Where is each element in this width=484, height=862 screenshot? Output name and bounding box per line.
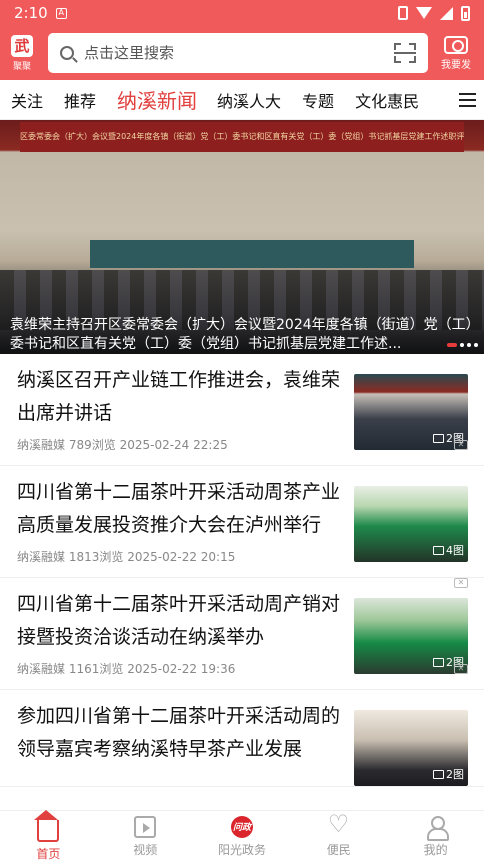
image-count-badge: 4图	[433, 542, 464, 558]
news-meta: 纳溪融媒 789浏览 2025-02-24 22:25	[17, 438, 228, 452]
tab-naxi-npc[interactable]: 纳溪人大	[217, 88, 281, 112]
carousel-dots	[447, 343, 478, 347]
tab-naxi-news[interactable]: 纳溪新闻	[117, 85, 197, 114]
news-thumbnail: 2图	[354, 374, 468, 450]
home-icon	[34, 809, 60, 842]
banner-screen-text: 区委常委会（扩大）会议暨2024年度各镇（街道）党（工）委书记和区直有关党（工）…	[20, 122, 464, 152]
news-thumbnail: 2图	[354, 598, 468, 674]
nav-label: 阳光政务	[217, 842, 266, 857]
search-icon	[60, 46, 74, 60]
dismiss-icon[interactable]: ✕	[454, 664, 468, 674]
camera-icon	[444, 35, 468, 54]
logo-caption: 聚聚	[12, 61, 31, 72]
nav-label: 视频	[133, 842, 158, 857]
vibrate-icon	[398, 6, 408, 20]
image-count-badge: 2图	[433, 766, 464, 782]
app-logo[interactable]: 武 聚聚	[8, 34, 36, 72]
search-bar[interactable]	[48, 33, 428, 73]
news-thumbnail: 4图	[354, 486, 468, 562]
news-item[interactable]: 参加四川省第十二届茶叶开采活动周的领导嘉宾考察纳溪特早茶产业发展 2图	[0, 690, 484, 787]
news-title: 四川省第十二届茶叶开采活动周茶产业高质量发展投资推介大会在泸州举行	[17, 481, 341, 536]
video-icon	[134, 815, 157, 838]
nav-sunshine-gov[interactable]: 问政 阳光政务	[194, 811, 291, 862]
channel-tabs: 关注 推荐 纳溪新闻 纳溪人大 专题 文化惠民	[0, 80, 484, 120]
nav-label: 我的	[423, 842, 448, 857]
nav-home[interactable]: 首页	[0, 809, 97, 862]
notification-icon: A	[55, 7, 67, 19]
news-meta: 纳溪融媒 1813浏览 2025-02-22 20:15	[17, 550, 236, 564]
image-icon	[433, 545, 444, 555]
user-icon	[425, 815, 449, 841]
dismiss-icon[interactable]: ✕	[454, 440, 468, 450]
bottom-nav: 首页 视频 问政 阳光政务 便民 我的	[0, 809, 484, 862]
tab-culture[interactable]: 文化惠民	[355, 88, 419, 112]
banner-photo-stage	[90, 240, 414, 268]
status-time: 2:10	[14, 4, 48, 22]
top-bar: 武 聚聚 我要发	[0, 26, 484, 80]
image-icon	[433, 657, 444, 667]
nav-video[interactable]: 视频	[97, 811, 194, 862]
menu-icon[interactable]	[459, 92, 476, 107]
tab-topics[interactable]: 专题	[302, 88, 334, 112]
battery-icon	[461, 5, 470, 21]
news-title: 纳溪区召开产业链工作推进会，袁维荣出席并讲话	[17, 369, 341, 424]
search-input[interactable]	[84, 44, 394, 62]
image-icon	[433, 433, 444, 443]
banner-caption: 袁维荣主持召开区委常委会（扩大）会议暨2024年度各镇（街道）党（工）委书记和区…	[0, 312, 484, 354]
post-label: 我要发	[441, 59, 471, 71]
nav-label: 首页	[36, 846, 61, 861]
news-thumbnail: 2图	[354, 710, 468, 786]
scan-icon[interactable]	[394, 43, 416, 63]
status-bar: 2:10 A	[0, 0, 484, 26]
tab-follow[interactable]: 关注	[11, 88, 43, 112]
news-title: 参加四川省第十二届茶叶开采活动周的领导嘉宾考察纳溪特早茶产业发展	[17, 705, 341, 760]
headline-banner[interactable]: 区委常委会（扩大）会议暨2024年度各镇（街道）党（工）委书记和区直有关党（工）…	[0, 120, 484, 354]
image-icon	[433, 769, 444, 779]
news-item[interactable]: 四川省第十二届茶叶开采活动周产销对接暨投资洽谈活动在纳溪举办 纳溪融媒 1161…	[0, 578, 484, 690]
tab-recommend[interactable]: 推荐	[64, 88, 96, 112]
nav-label: 便民	[326, 842, 351, 857]
news-item[interactable]: 纳溪区召开产业链工作推进会，袁维荣出席并讲话 纳溪融媒 789浏览 2025-0…	[0, 354, 484, 466]
logo-icon: 武	[11, 34, 33, 57]
sunshine-gov-icon: 问政	[230, 815, 253, 838]
signal-icon	[440, 6, 453, 20]
news-list: 纳溪区召开产业链工作推进会，袁维荣出席并讲话 纳溪融媒 789浏览 2025-0…	[0, 354, 484, 810]
heart-icon	[328, 810, 350, 838]
news-title: 四川省第十二届茶叶开采活动周产销对接暨投资洽谈活动在纳溪举办	[17, 593, 341, 648]
news-meta: 纳溪融媒 1161浏览 2025-02-22 19:36	[17, 662, 236, 676]
news-item[interactable]: 四川省第十二届茶叶开采活动周茶产业高质量发展投资推介大会在泸州举行 纳溪融媒 1…	[0, 466, 484, 588]
post-button[interactable]: 我要发	[438, 35, 474, 71]
wifi-icon	[416, 7, 432, 19]
nav-convenience[interactable]: 便民	[290, 810, 387, 862]
nav-mine[interactable]: 我的	[387, 811, 484, 862]
